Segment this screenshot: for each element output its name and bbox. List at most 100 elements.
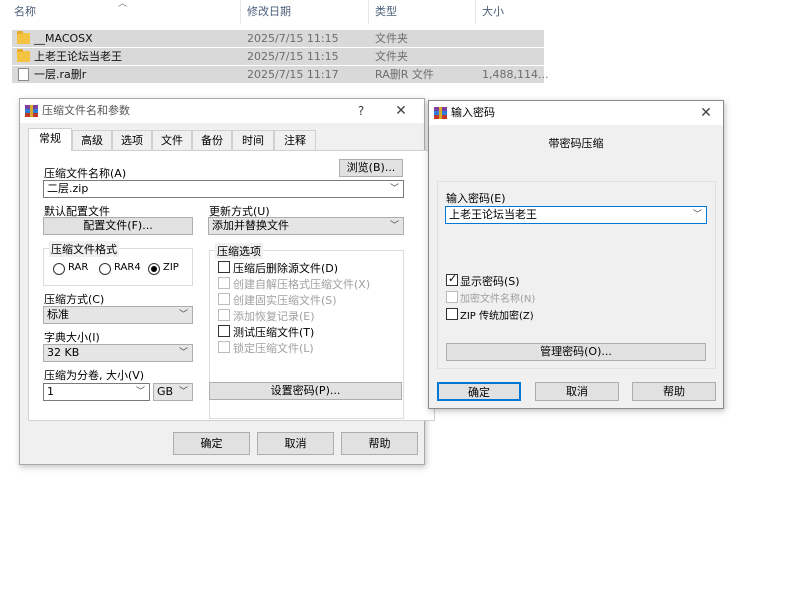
close-icon[interactable]: ✕ [386,99,416,123]
file-size: 1,488,114... [482,68,549,81]
split-unit-value: GB [157,385,174,398]
method-value: 标准 [47,308,69,321]
option-label: 压缩后删除源文件(D) [233,262,339,275]
cancel-button[interactable]: 取消 [535,382,619,401]
chevron-down-icon[interactable]: ﹀ [179,345,188,361]
encrypt-names-label: 加密文件名称(N) [460,294,536,305]
checkbox-recovery[interactable] [218,309,230,321]
tab-general[interactable]: 常规 [28,128,72,151]
radio-zip[interactable] [148,263,160,275]
manage-passwords-button[interactable]: 管理密码(O)... [446,343,706,361]
chevron-down-icon[interactable]: ﹀ [136,384,145,400]
file-row[interactable]: 上老王论坛当老王 2025/7/15 11:15 文件夹 [12,48,544,65]
winrar-icon [434,107,447,119]
archive-dialog-title: 压缩文件名和参数 [42,104,130,117]
archive-params-dialog: 压缩文件名和参数 ? ✕ 常规 高级 选项 文件 备份 时间 注释 压缩文件名称… [19,98,435,465]
tab-files[interactable]: 文件 [152,130,192,150]
password-value: 上老王论坛当老王 [449,208,537,221]
file-row[interactable]: __MACOSX 2025/7/15 11:15 文件夹 [12,30,544,47]
column-divider[interactable] [240,0,241,24]
tab-options[interactable]: 选项 [112,130,152,150]
column-divider[interactable] [475,0,476,24]
password-subtitle: 带密码压缩 [548,137,604,150]
cancel-button[interactable]: 取消 [257,432,334,455]
checkbox-lock[interactable] [218,341,230,353]
set-password-button[interactable]: 设置密码(P)... [209,382,402,400]
file-icon [18,68,29,81]
help-button[interactable]: 帮助 [632,382,716,401]
folder-icon [17,31,30,44]
column-header-date[interactable]: 修改日期 [247,0,291,24]
radio-rar[interactable] [53,263,65,275]
checkbox-encrypt-names[interactable] [446,291,458,303]
chevron-down-icon[interactable]: ﹀ [693,207,702,223]
dictionary-value: 32 KB [47,346,80,359]
help-icon[interactable]: ? [346,99,376,123]
method-select[interactable]: 标准 ﹀ [43,306,193,324]
ok-button[interactable]: 确定 [437,382,521,401]
column-divider[interactable] [368,0,369,24]
chevron-down-icon[interactable]: ﹀ [390,181,399,197]
column-header-size[interactable]: 大小 [482,0,504,24]
option-label: 创建自解压格式压缩文件(X) [233,278,371,291]
column-header-type[interactable]: 类型 [375,0,397,24]
option-label: 锁定压缩文件(L) [233,342,314,355]
show-password-label: 显示密码(S) [460,275,520,288]
folder-icon [17,49,30,62]
checkbox-test[interactable] [218,325,230,337]
radio-rar4[interactable] [99,263,111,275]
password-label: 输入密码(E) [446,192,506,205]
option-label: 添加恢复记录(E) [233,310,315,323]
dictionary-select[interactable]: 32 KB ﹀ [43,344,193,362]
option-label: 创建固实压缩文件(S) [233,294,337,307]
sort-ascending-icon: ︿ [118,0,128,9]
file-name: 上老王论坛当老王 [34,50,122,63]
zip-legacy-label: ZIP 传统加密(Z) [460,311,534,322]
split-label: 压缩为分卷, 大小(V) [44,369,145,382]
file-type: 文件夹 [375,50,408,63]
file-date: 2025/7/15 11:17 [247,68,339,81]
checkbox-show-password[interactable] [446,272,458,286]
profiles-button[interactable]: 配置文件(F)... [43,217,193,235]
archive-name-label: 压缩文件名称(A) [44,167,127,180]
file-name: __MACOSX [34,32,93,45]
tab-advanced[interactable]: 高级 [72,130,112,150]
radio-zip-label: ZIP [163,262,179,273]
ok-button[interactable]: 确定 [173,432,250,455]
update-mode-value: 添加并替换文件 [212,219,289,232]
browse-button[interactable]: 浏览(B)... [339,159,403,177]
file-row[interactable]: 一层.ra删r 2025/7/15 11:17 RA删R 文件 1,488,11… [12,66,548,83]
chevron-down-icon[interactable]: ﹀ [179,307,188,323]
archive-name-value: 二层.zip [47,182,89,195]
chevron-down-icon[interactable]: ﹀ [179,384,188,400]
close-icon[interactable]: ✕ [691,101,721,125]
chevron-down-icon[interactable]: ﹀ [390,218,399,234]
method-label: 压缩方式(C) [44,293,105,306]
password-input[interactable]: 上老王论坛当老王 ﹀ [445,206,707,224]
split-unit-select[interactable]: GB ﹀ [153,383,193,401]
checkbox-delete-after[interactable] [218,261,230,273]
radio-rar4-label: RAR4 [114,262,141,273]
checkbox-sfx[interactable] [218,277,230,289]
file-name: 一层.ra删r [34,68,87,81]
password-dialog-titlebar[interactable]: 输入密码 ✕ [429,101,723,125]
help-button[interactable]: 帮助 [341,432,418,455]
checkbox-zip-legacy[interactable] [446,308,458,320]
general-tab-panel: 压缩文件名称(A) 浏览(B)... 二层.zip ﹀ 默认配置文件 配置文件(… [28,150,435,421]
file-date: 2025/7/15 11:15 [247,32,339,45]
checkbox-solid[interactable] [218,293,230,305]
radio-rar-label: RAR [68,262,89,273]
tab-time[interactable]: 时间 [232,130,274,150]
update-mode-select[interactable]: 添加并替换文件 ﹀ [208,217,404,235]
tab-backup[interactable]: 备份 [192,130,232,150]
file-type: RA删R 文件 [375,68,434,81]
archive-name-combo[interactable]: 二层.zip ﹀ [43,180,404,198]
format-group-title: 压缩文件格式 [49,241,119,257]
column-header-name[interactable]: 名称 [14,0,36,24]
split-size-combo[interactable]: 1 ﹀ [43,383,150,401]
split-size-value: 1 [47,385,54,398]
option-label: 测试压缩文件(T) [233,326,315,339]
tab-comment[interactable]: 注释 [274,130,316,150]
archive-dialog-titlebar[interactable]: 压缩文件名和参数 ? ✕ [20,99,424,123]
password-dialog: 输入密码 ✕ 带密码压缩 输入密码(E) 上老王论坛当老王 ﹀ 显示密码(S) … [428,100,724,409]
